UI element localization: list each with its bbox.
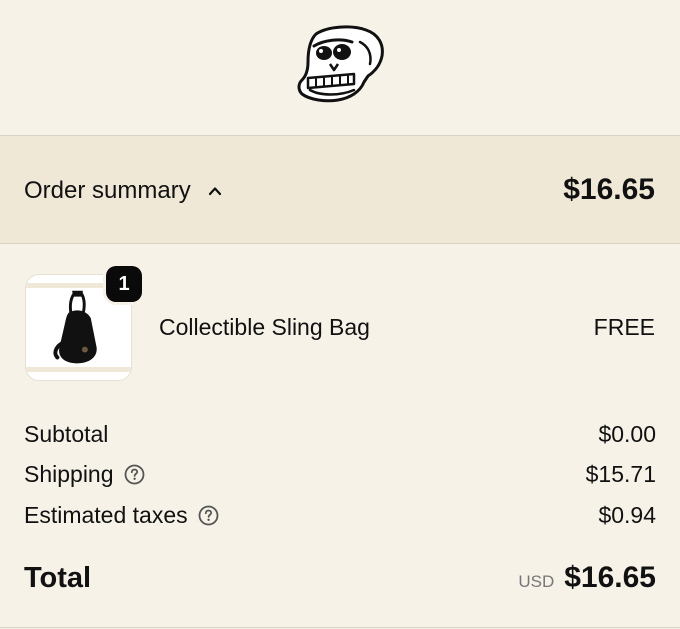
order-summary-label-group[interactable]: Order summary <box>24 176 223 206</box>
quantity-badge: 1 <box>106 266 142 302</box>
subtotal-value: $0.00 <box>598 421 656 447</box>
total-row: Total USD $16.65 <box>24 558 656 598</box>
header <box>0 0 680 136</box>
ape-skull-logo-icon[interactable] <box>294 22 386 104</box>
order-summary-toggle[interactable]: Order summary $16.65 <box>0 136 680 244</box>
total-label: Total <box>24 562 92 594</box>
product-price: FREE <box>593 314 655 340</box>
subtotal-label: Subtotal <box>24 421 109 447</box>
subtotal-row: Subtotal $0.00 <box>24 419 656 449</box>
total-value: $16.65 <box>564 561 656 594</box>
shipping-value: $15.71 <box>585 461 656 487</box>
line-item: 1 Collectible Sling Bag FREE <box>0 244 680 394</box>
taxes-help-icon[interactable] <box>198 505 219 526</box>
chevron-up-icon <box>208 187 221 196</box>
shipping-label: Shipping <box>24 461 114 487</box>
shipping-help-icon[interactable] <box>124 464 145 485</box>
taxes-row: Estimated taxes $0.94 <box>24 500 656 530</box>
order-summary-label: Order summary <box>24 177 191 204</box>
currency-code: USD <box>518 572 555 591</box>
taxes-value: $0.94 <box>598 502 656 528</box>
summary-total: $16.65 <box>563 173 655 206</box>
shipping-row: Shipping $15.71 <box>24 459 656 489</box>
taxes-label: Estimated taxes <box>24 502 188 528</box>
product-name: Collectible Sling Bag <box>159 314 370 340</box>
thumbnail-strip-bottom <box>26 367 131 372</box>
total-amount-group: USD $16.65 <box>518 558 656 602</box>
bottom-divider <box>0 627 680 628</box>
